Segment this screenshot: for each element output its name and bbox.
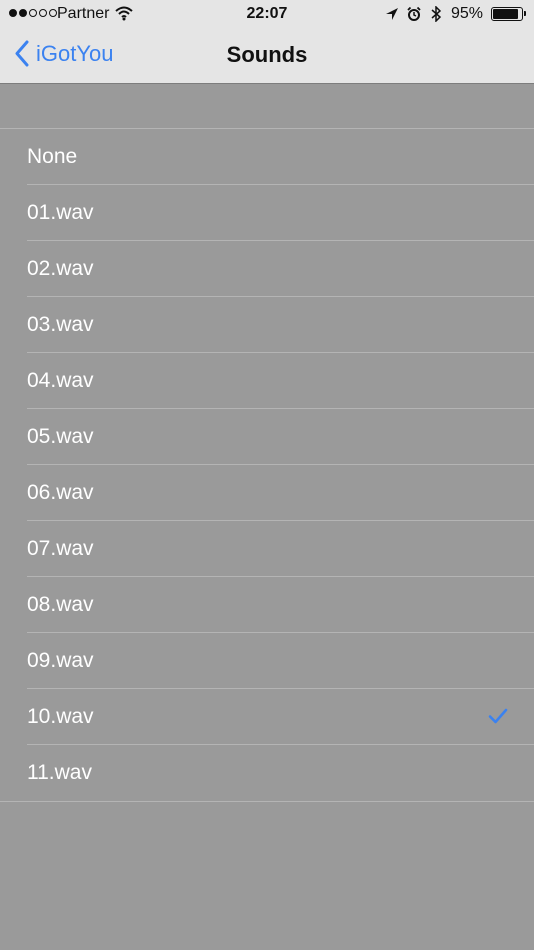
sound-row[interactable]: 03.wav [0, 297, 534, 353]
sound-label: 06.wav [27, 481, 94, 504]
sound-row[interactable]: 08.wav [0, 577, 534, 633]
sound-label: 03.wav [27, 313, 94, 336]
sound-label: 11.wav [27, 761, 92, 784]
sound-label: None [27, 145, 78, 168]
top-bar: Partner 22:07 95% iGotYou Sounds [0, 0, 534, 84]
sound-row[interactable]: 07.wav [0, 521, 534, 577]
sound-row[interactable]: 11.wav [0, 745, 534, 801]
status-right-group: 95% [385, 5, 526, 23]
navigation-bar: iGotYou Sounds [0, 28, 534, 83]
sound-label: 08.wav [27, 593, 94, 616]
sound-label: 07.wav [27, 537, 94, 560]
checkmark-icon [488, 708, 508, 724]
battery-icon [491, 7, 526, 21]
sound-row[interactable]: 09.wav [0, 633, 534, 689]
sound-label: 09.wav [27, 649, 94, 672]
sound-row[interactable]: 02.wav [0, 241, 534, 297]
sound-label: 05.wav [27, 425, 94, 448]
sound-row[interactable]: 05.wav [0, 409, 534, 465]
sound-label: 01.wav [27, 201, 94, 224]
alarm-clock-icon [407, 6, 421, 21]
location-arrow-icon [385, 8, 398, 20]
sound-row[interactable]: 06.wav [0, 465, 534, 521]
sound-row[interactable]: 04.wav [0, 353, 534, 409]
status-bar: Partner 22:07 95% [0, 0, 534, 28]
battery-percent: 95% [450, 5, 483, 22]
sound-row[interactable]: None [0, 129, 534, 185]
page-title: Sounds [226, 42, 308, 67]
sound-label: 10.wav [27, 705, 94, 728]
sound-row[interactable]: 01.wav [0, 185, 534, 241]
battery-nub [524, 11, 526, 16]
sound-label: 04.wav [27, 369, 94, 392]
sound-label: 02.wav [27, 257, 94, 280]
sound-row[interactable]: 10.wav [0, 689, 534, 745]
battery-fill [493, 9, 518, 19]
bluetooth-icon [431, 6, 442, 22]
sound-list: None 01.wav 02.wav 03.wav 04.wav 05.wav 06.wav… [0, 128, 534, 802]
